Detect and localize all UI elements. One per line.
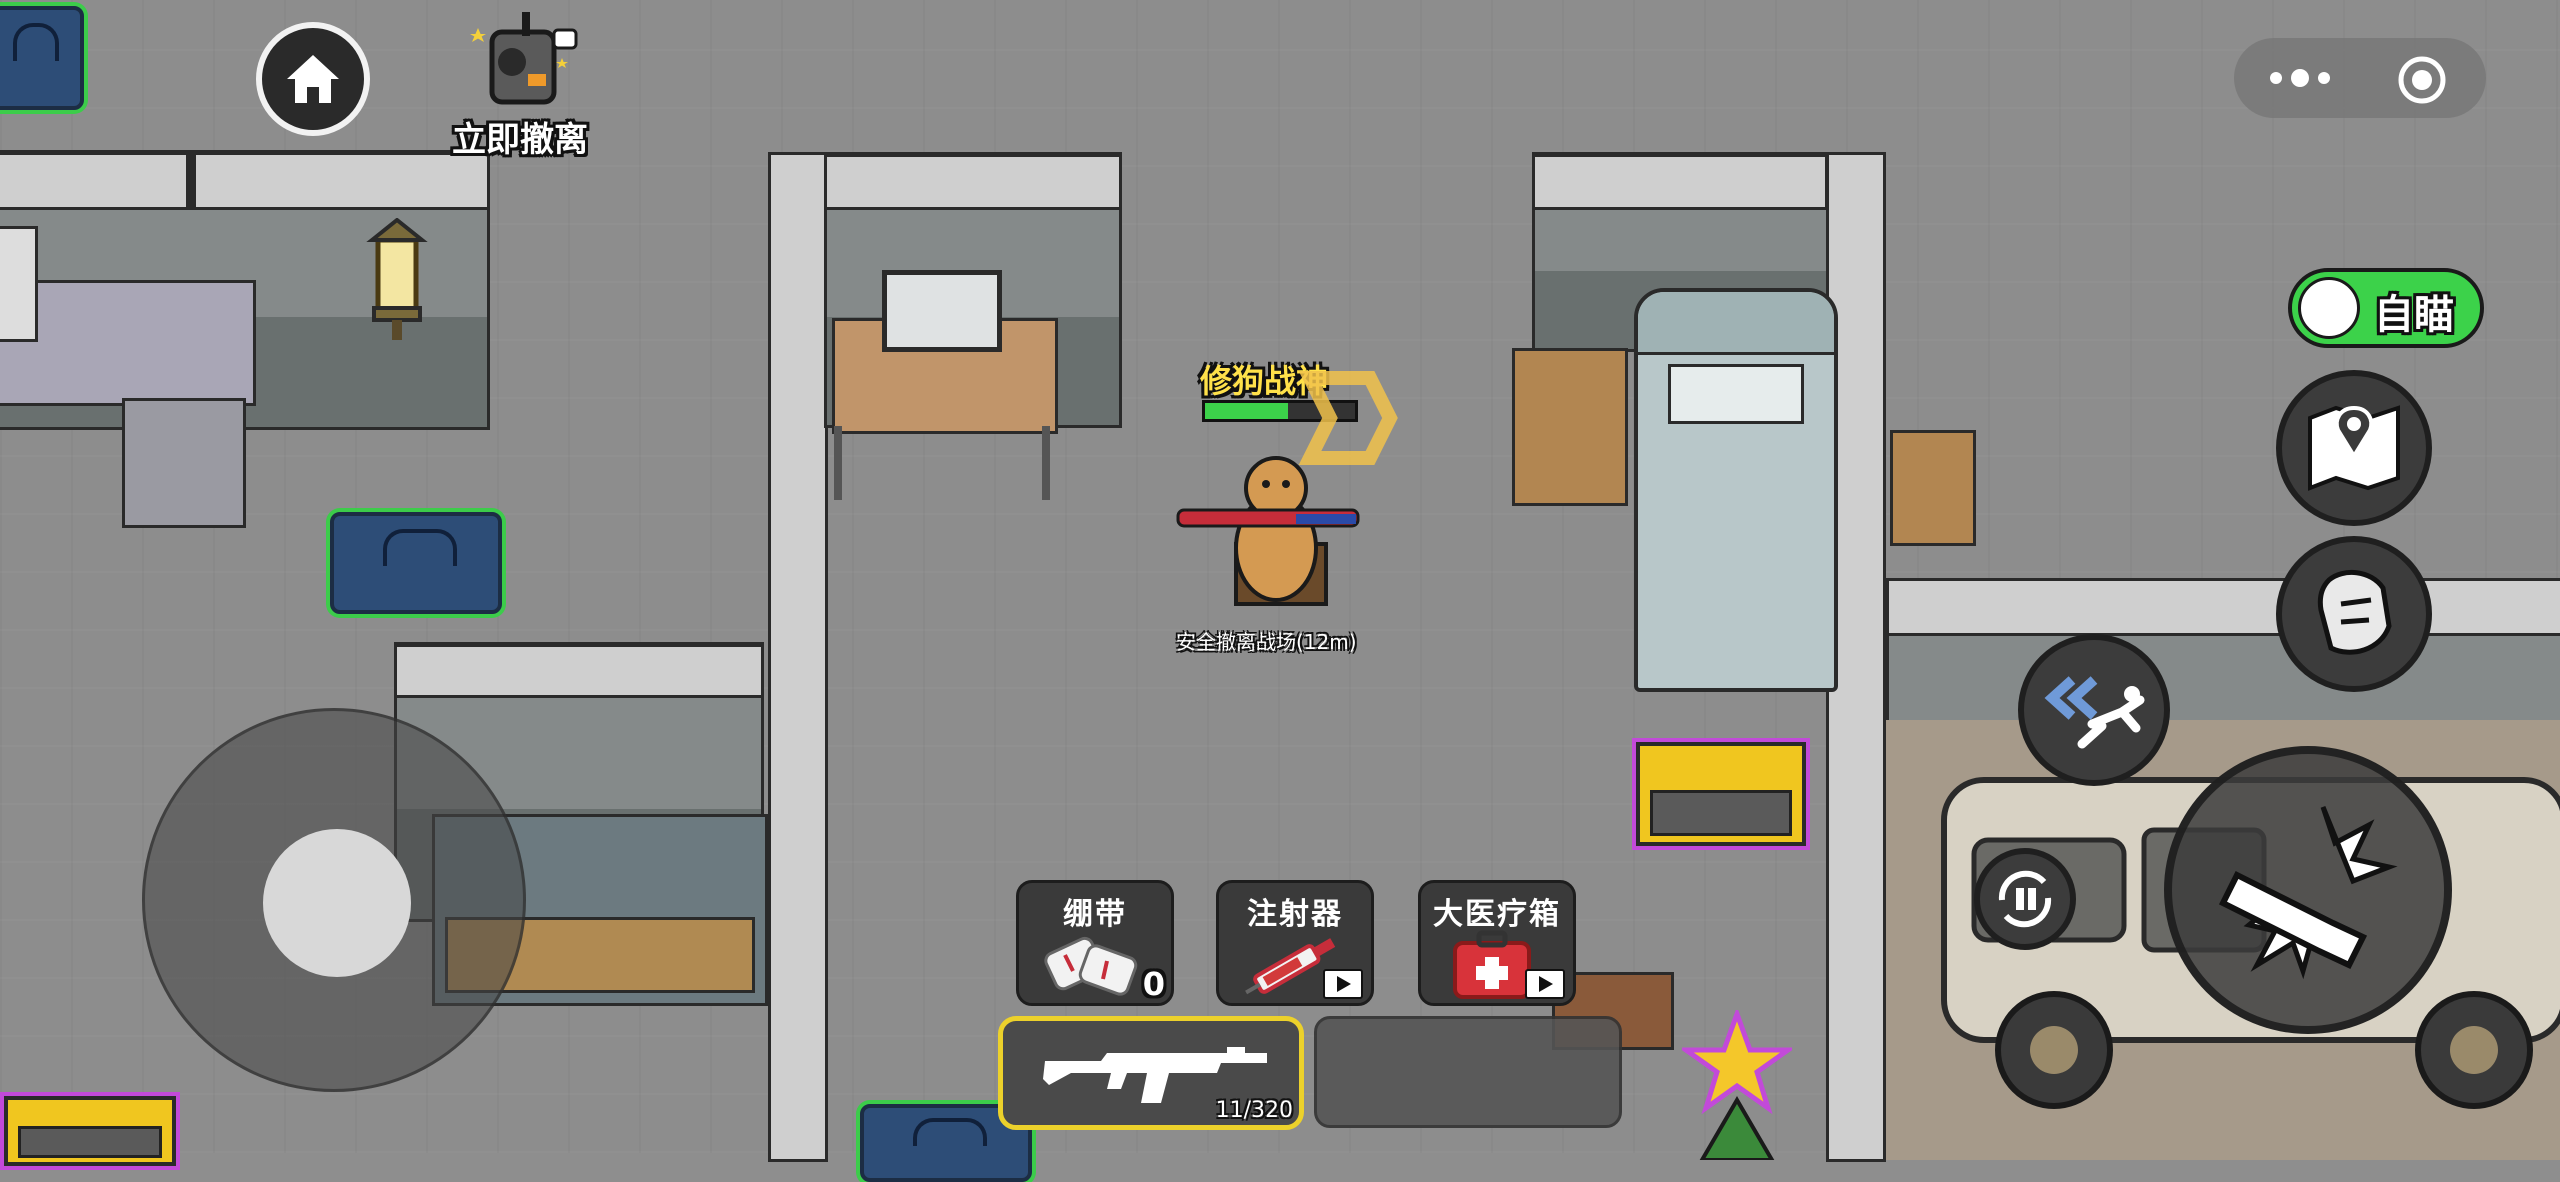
loot-bag-left[interactable]: [330, 512, 502, 614]
fire-bullet-icon: [2218, 806, 2398, 980]
loot-bag-topleft[interactable]: [0, 6, 84, 110]
reload-button[interactable]: [1974, 848, 2076, 950]
ammo-count: 11/320: [1215, 1098, 1293, 1123]
toggle-knob: [2298, 277, 2360, 339]
dash-icon: [2044, 676, 2145, 749]
lower-left-top-wall: [394, 644, 764, 698]
map-button[interactable]: [2276, 370, 2432, 526]
dash-button[interactable]: [2018, 634, 2170, 786]
desk-drawers: [122, 398, 246, 528]
weapon-slot-secondary[interactable]: [1314, 1016, 1622, 1128]
movement-joystick[interactable]: [142, 708, 526, 1092]
computer-monitor: [882, 270, 1002, 352]
joystick-thumb[interactable]: [263, 829, 411, 977]
bed: [1634, 288, 1838, 692]
more-dots-icon[interactable]: [2262, 58, 2338, 98]
item-label: 注射器: [1247, 897, 1343, 932]
corridor-wall-left: [768, 152, 828, 1162]
wall-lantern: [364, 217, 430, 342]
item-label: 绷带: [1063, 897, 1127, 932]
helmet-icon: [2317, 569, 2392, 655]
auto-aim-toggle[interactable]: 自瞄: [2288, 268, 2484, 348]
nightstand: [1512, 348, 1628, 506]
bandage-icon: [1044, 936, 1138, 996]
radio-device-icon: [470, 12, 578, 105]
desk-printer: [0, 226, 38, 342]
item-slot-bandage[interactable]: 绷带 0: [1016, 880, 1174, 1006]
map-pin-icon: [2308, 405, 2400, 491]
evacuation-status-text: 安全撤离战场(12m): [1176, 630, 1357, 654]
auto-aim-label: 自瞄: [2374, 292, 2454, 338]
desk-legs: [834, 426, 1050, 500]
item-label: 大医疗箱: [1433, 897, 1561, 932]
play-ad-icon[interactable]: [1525, 969, 1565, 999]
evacuate-button[interactable]: 立即撤离: [448, 8, 588, 160]
bedroom-top-wall: [1532, 154, 1828, 210]
christmas-star-tree: [1678, 1006, 1796, 1162]
item-slot-syringe[interactable]: 注射器: [1216, 880, 1374, 1006]
player-health-fill: [1205, 403, 1288, 419]
left-room-top-wall: [0, 152, 490, 210]
item-count: 0: [1142, 965, 1165, 1003]
fire-button[interactable]: [2164, 746, 2452, 1034]
weapon-slot-primary[interactable]: 11/320: [998, 1016, 1304, 1130]
left-room-divider: [186, 152, 196, 210]
home-button[interactable]: [256, 22, 370, 136]
center-room-top-wall: [824, 154, 1122, 210]
item-slot-medkit[interactable]: 大医疗箱: [1418, 880, 1576, 1006]
player-dog-character: [1176, 448, 1366, 612]
small-stool: [1890, 430, 1976, 546]
helmet-button[interactable]: [2276, 536, 2432, 692]
target-circle-icon[interactable]: [2396, 54, 2448, 106]
right-room-top-wall: [1886, 578, 2560, 636]
home-icon: [287, 55, 339, 103]
office-desk: [0, 280, 256, 406]
loot-crate-center[interactable]: [1636, 742, 1806, 846]
reload-ammo-icon: [1998, 870, 2052, 928]
evacuate-label: 立即撤离: [452, 120, 588, 160]
loot-crate-bottomleft[interactable]: [4, 1096, 176, 1166]
play-ad-icon[interactable]: [1323, 969, 1363, 999]
